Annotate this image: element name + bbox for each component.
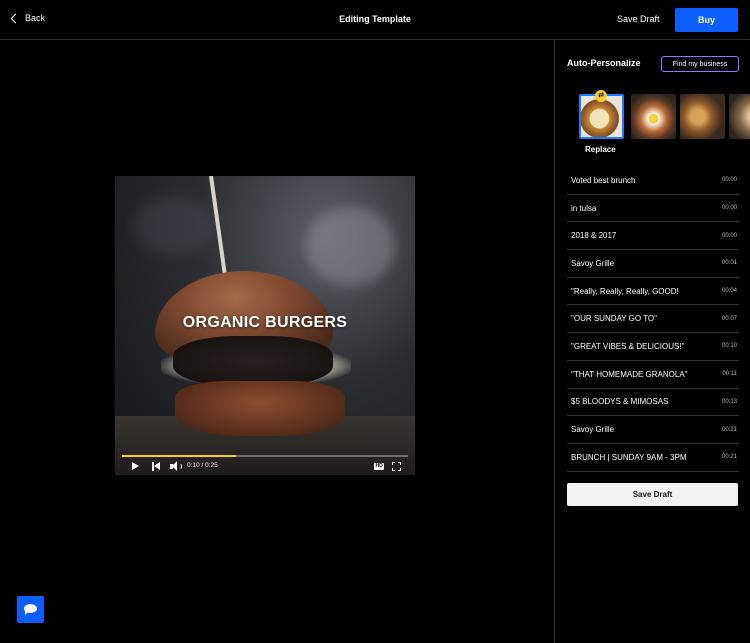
text-layer-row[interactable]: in tulsa 00:00	[567, 195, 739, 223]
fullscreen-icon[interactable]	[392, 462, 401, 471]
text-layer-time: 00:00	[721, 205, 737, 212]
play-icon[interactable]	[132, 462, 139, 470]
text-layer-row[interactable]: "GREAT VIBES & DELICIOUS!" 00:10	[567, 333, 739, 361]
replace-label[interactable]: Replace	[585, 145, 616, 154]
text-layer-row[interactable]: Voted best brunch 00:00	[567, 167, 739, 195]
text-layer-text: Voted best brunch	[571, 175, 636, 185]
text-layer-time: 00:04	[721, 288, 737, 295]
text-layer-text: "THAT HOMEMADE GRANOLA"	[571, 369, 688, 379]
text-layer-row[interactable]: "Really, Really, Really, GOOD! 00:04	[567, 278, 739, 306]
burger-bun-bottom	[175, 381, 345, 436]
video-progress-fill	[122, 455, 237, 457]
panel-title: Auto-Personalize	[567, 58, 641, 68]
text-layer-time: 00:07	[721, 315, 737, 322]
text-layer-text: Savoy Grille	[571, 425, 615, 435]
chat-bubble-tail	[25, 611, 29, 615]
text-layer-list: Voted best brunch 00:00 in tulsa 00:00 2018 …	[567, 167, 739, 472]
top-bar: Back Editing Template Save Draft Buy	[0, 0, 750, 40]
text-layer-text: in tulsa	[571, 203, 597, 213]
text-layer-row[interactable]: "OUR SUNDAY GO TO" 00:07	[567, 305, 739, 334]
thumbnail-image[interactable]	[680, 94, 725, 139]
thumbnail-image[interactable]	[729, 94, 750, 139]
text-layer-time: 00:00	[721, 177, 737, 184]
text-layer-time: 00:01	[721, 260, 737, 267]
video-player[interactable]: ORGANIC BURGERS 0:10 / 0:25 HD	[115, 176, 415, 475]
background-blur	[305, 206, 395, 286]
video-overlay-text: ORGANIC BURGERS	[182, 314, 348, 331]
text-layer-row[interactable]: 2018 & 2017 00:00	[567, 222, 739, 251]
thumbnail-image[interactable]	[631, 94, 676, 139]
text-layer-text: "Really, Really, Really, GOOD!	[571, 286, 679, 296]
text-layer-time: 00:21	[721, 426, 737, 433]
skip-back-icon[interactable]	[152, 462, 161, 471]
text-layer-row[interactable]: BRUNCH | SUNDAY 9AM - 3PM 00:21	[567, 444, 739, 472]
chat-button[interactable]	[17, 596, 44, 623]
text-layer-text: Savoy Grille	[571, 258, 615, 268]
text-layer-row[interactable]: "THAT HOMEMADE GRANOLA" 00:11	[567, 361, 739, 389]
text-layer-time: 00:11	[722, 371, 737, 378]
text-layer-text: "GREAT VIBES & DELICIOUS!"	[571, 341, 685, 351]
video-time: 0:10 / 0:25	[187, 462, 218, 469]
volume-icon[interactable]	[170, 461, 182, 472]
burger-patty	[173, 336, 333, 386]
find-my-business-button[interactable]: Find my business	[661, 56, 739, 72]
background-blur	[135, 196, 215, 256]
text-layer-text: "OUR SUNDAY GO TO"	[571, 314, 657, 324]
swap-icon[interactable]: ⇄	[595, 90, 607, 102]
text-layer-text: 2018 & 2017	[571, 231, 617, 241]
buy-button[interactable]: Buy	[675, 8, 738, 32]
text-layer-row[interactable]: $5 BLOODYS & MIMOSAS 00:13	[567, 389, 739, 417]
save-draft-button[interactable]: Save Draft	[567, 483, 738, 506]
text-layer-row[interactable]: Savoy Grille 00:21	[567, 416, 739, 444]
text-layer-text: $5 BLOODYS & MIMOSAS	[571, 397, 669, 407]
text-layer-text: BRUNCH | SUNDAY 9AM - 3PM	[571, 452, 687, 462]
video-progress-bar[interactable]	[122, 455, 408, 457]
text-layer-time: 00:13	[721, 398, 737, 405]
text-layer-time: 00:10	[721, 343, 737, 350]
hd-icon[interactable]: HD	[374, 463, 385, 470]
save-draft-link[interactable]: Save Draft	[617, 14, 660, 24]
text-layer-row[interactable]: Savoy Grille 00:01	[567, 250, 739, 278]
video-controls: 0:10 / 0:25 HD	[115, 459, 415, 475]
text-layer-time: 00:21	[721, 454, 737, 461]
auto-personalize-panel: Auto-Personalize Find my business ⇄ Repl…	[554, 40, 750, 643]
image-thumbnails	[579, 94, 750, 140]
text-layer-time: 00:00	[721, 232, 737, 239]
